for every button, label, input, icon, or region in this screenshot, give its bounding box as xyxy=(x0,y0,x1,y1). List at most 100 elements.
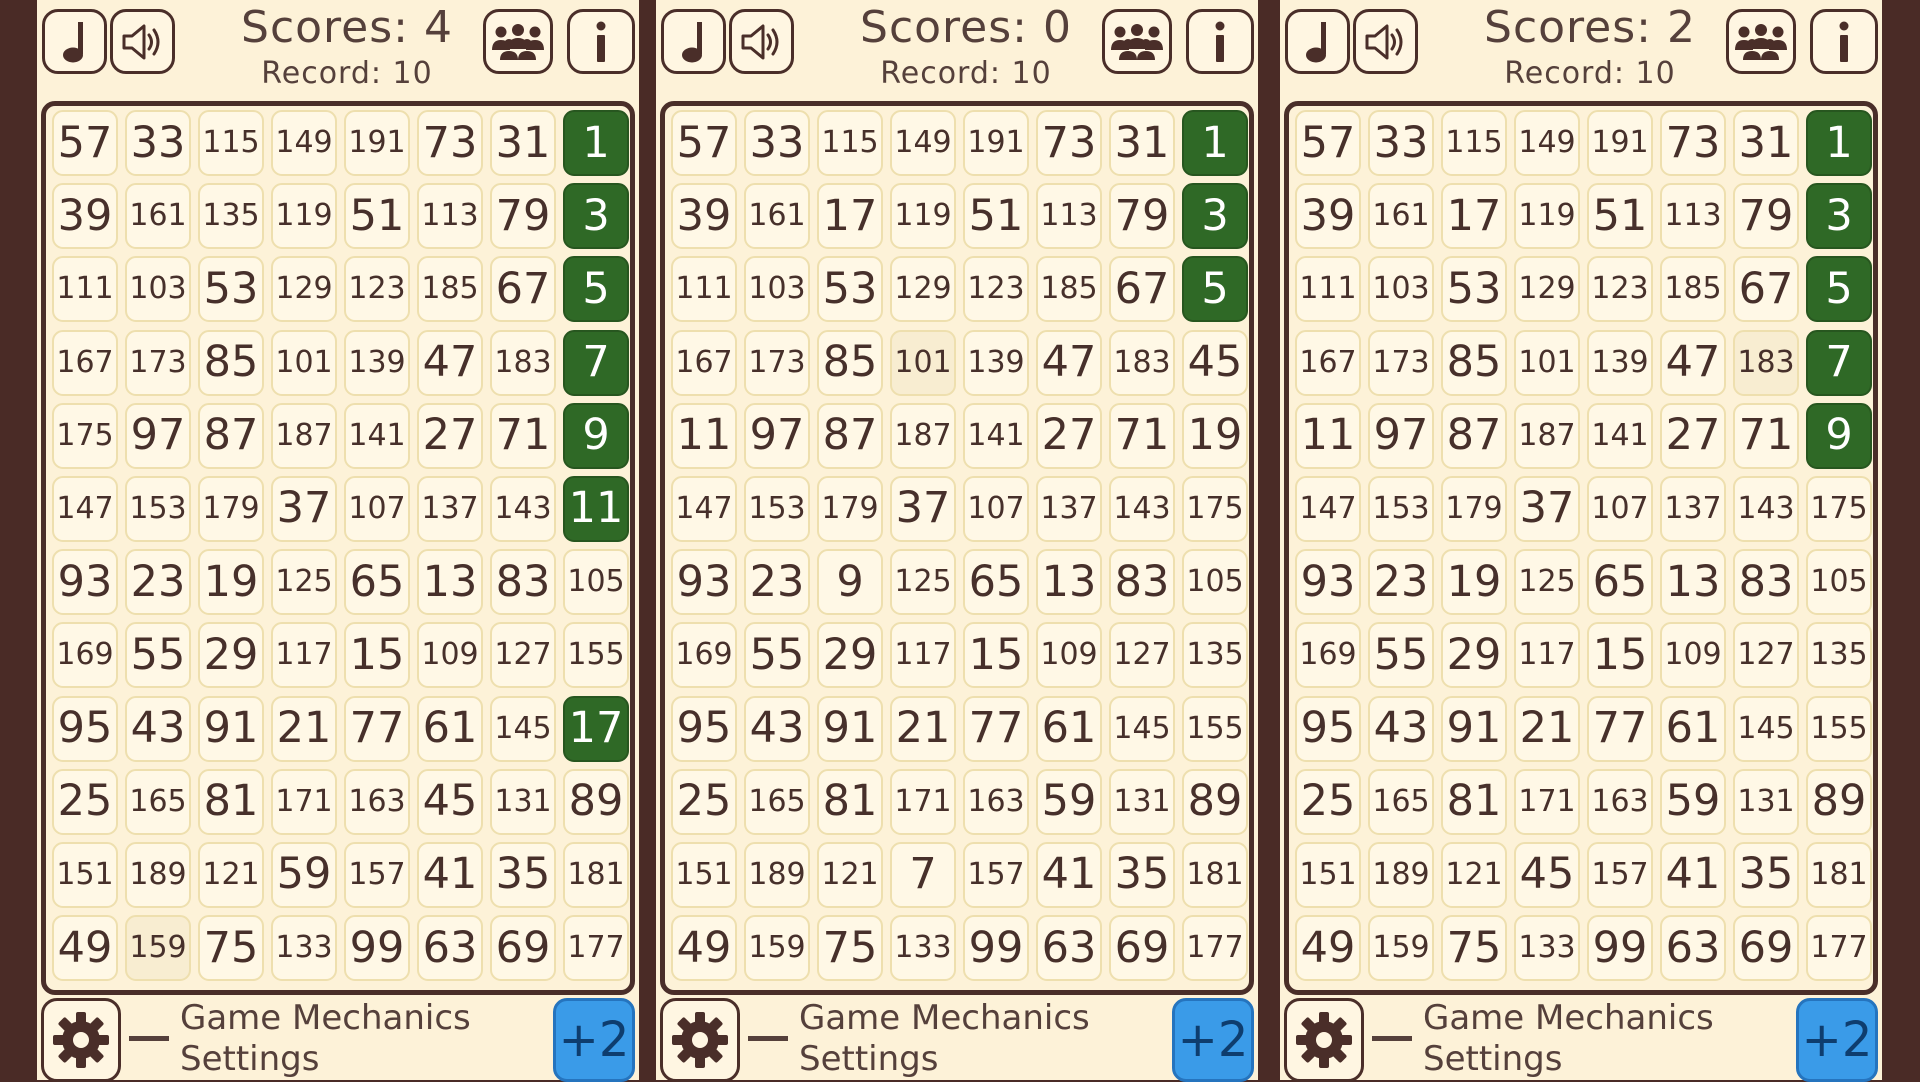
number-tile[interactable]: 73 xyxy=(1036,110,1102,176)
number-tile[interactable]: 33 xyxy=(1368,110,1434,176)
number-tile[interactable]: 151 xyxy=(671,841,737,908)
number-tile[interactable]: 113 xyxy=(1660,183,1726,250)
number-tile[interactable]: 93 xyxy=(1295,549,1361,616)
number-tile[interactable]: 91 xyxy=(1441,695,1507,762)
number-tile[interactable]: 63 xyxy=(417,915,483,982)
number-tile[interactable]: 39 xyxy=(52,183,118,250)
number-tile[interactable]: 11 xyxy=(1295,402,1361,469)
number-tile[interactable]: 131 xyxy=(1109,768,1175,835)
number-tile[interactable]: 173 xyxy=(125,329,191,396)
number-tile[interactable]: 73 xyxy=(417,110,483,176)
number-tile[interactable]: 29 xyxy=(1441,622,1507,689)
number-tile[interactable]: 167 xyxy=(671,329,737,396)
number-tile[interactable]: 63 xyxy=(1036,915,1102,982)
number-tile[interactable]: 47 xyxy=(1660,329,1726,396)
plus-two-button[interactable]: +2 xyxy=(1172,998,1254,1082)
number-tile[interactable]: 105 xyxy=(1182,549,1248,616)
number-tile[interactable]: 73 xyxy=(1660,110,1726,176)
number-tile[interactable]: 11 xyxy=(671,402,737,469)
number-tile[interactable]: 71 xyxy=(1733,402,1799,469)
number-tile[interactable]: 19 xyxy=(1441,549,1507,616)
music-button[interactable] xyxy=(42,9,107,74)
number-tile[interactable]: 81 xyxy=(817,768,883,835)
number-tile[interactable]: 13 xyxy=(417,549,483,616)
number-tile[interactable]: 145 xyxy=(1733,695,1799,762)
number-tile[interactable]: 171 xyxy=(1514,768,1580,835)
number-tile[interactable]: 93 xyxy=(671,549,737,616)
number-tile[interactable]: 143 xyxy=(1733,475,1799,542)
number-tile[interactable]: 97 xyxy=(744,402,810,469)
number-tile[interactable]: 7 xyxy=(563,329,629,396)
number-tile[interactable]: 133 xyxy=(1514,915,1580,982)
number-tile[interactable]: 77 xyxy=(344,695,410,762)
number-tile[interactable]: 105 xyxy=(1806,549,1872,616)
number-tile[interactable]: 5 xyxy=(1806,256,1872,323)
number-tile[interactable]: 175 xyxy=(52,402,118,469)
number-tile[interactable]: 67 xyxy=(490,256,556,323)
number-tile[interactable]: 47 xyxy=(1036,329,1102,396)
number-tile[interactable]: 101 xyxy=(271,329,337,396)
players-button[interactable] xyxy=(483,9,553,74)
number-tile[interactable]: 89 xyxy=(563,768,629,835)
number-tile[interactable]: 99 xyxy=(1587,915,1653,982)
number-tile[interactable]: 95 xyxy=(1295,695,1361,762)
number-tile[interactable]: 35 xyxy=(1733,841,1799,908)
number-tile[interactable]: 17 xyxy=(563,695,629,762)
number-tile[interactable]: 13 xyxy=(1036,549,1102,616)
number-tile[interactable]: 141 xyxy=(344,402,410,469)
number-tile[interactable]: 163 xyxy=(1587,768,1653,835)
number-tile[interactable]: 75 xyxy=(1441,915,1507,982)
number-tile[interactable]: 25 xyxy=(671,768,737,835)
number-tile[interactable]: 65 xyxy=(963,549,1029,616)
number-tile[interactable]: 95 xyxy=(52,695,118,762)
number-tile[interactable]: 137 xyxy=(1660,475,1726,542)
number-tile[interactable]: 109 xyxy=(1660,622,1726,689)
info-button[interactable] xyxy=(1810,9,1878,74)
number-tile[interactable]: 93 xyxy=(52,549,118,616)
number-tile[interactable]: 33 xyxy=(125,110,191,176)
number-tile[interactable]: 21 xyxy=(890,695,956,762)
players-button[interactable] xyxy=(1102,9,1172,74)
number-tile[interactable]: 177 xyxy=(1182,915,1248,982)
number-tile[interactable]: 57 xyxy=(1295,110,1361,176)
number-tile[interactable]: 41 xyxy=(1036,841,1102,908)
number-tile[interactable]: 1 xyxy=(563,110,629,176)
number-tile[interactable]: 181 xyxy=(1182,841,1248,908)
number-tile[interactable]: 123 xyxy=(344,256,410,323)
number-tile[interactable]: 159 xyxy=(1368,915,1434,982)
number-tile[interactable]: 123 xyxy=(1587,256,1653,323)
number-tile[interactable]: 59 xyxy=(1660,768,1726,835)
number-tile[interactable]: 191 xyxy=(1587,110,1653,176)
number-tile[interactable]: 107 xyxy=(344,475,410,542)
number-tile[interactable]: 9 xyxy=(817,549,883,616)
number-tile[interactable]: 21 xyxy=(1514,695,1580,762)
number-tile[interactable]: 65 xyxy=(1587,549,1653,616)
number-tile[interactable]: 131 xyxy=(1733,768,1799,835)
number-tile[interactable]: 9 xyxy=(563,402,629,469)
number-tile[interactable]: 107 xyxy=(1587,475,1653,542)
number-tile[interactable]: 119 xyxy=(271,183,337,250)
music-button[interactable] xyxy=(1285,9,1350,74)
number-tile[interactable]: 81 xyxy=(1441,768,1507,835)
number-tile[interactable]: 15 xyxy=(1587,622,1653,689)
number-tile[interactable]: 31 xyxy=(1109,110,1175,176)
number-tile[interactable]: 131 xyxy=(490,768,556,835)
number-tile[interactable]: 71 xyxy=(1109,402,1175,469)
number-tile[interactable]: 183 xyxy=(490,329,556,396)
number-tile[interactable]: 103 xyxy=(125,256,191,323)
number-tile[interactable]: 111 xyxy=(671,256,737,323)
number-tile[interactable]: 165 xyxy=(744,768,810,835)
number-tile[interactable]: 157 xyxy=(344,841,410,908)
number-tile[interactable]: 65 xyxy=(344,549,410,616)
number-tile[interactable]: 111 xyxy=(52,256,118,323)
number-tile[interactable]: 83 xyxy=(1109,549,1175,616)
number-tile[interactable]: 187 xyxy=(890,402,956,469)
number-tile[interactable]: 23 xyxy=(125,549,191,616)
number-tile[interactable]: 97 xyxy=(125,402,191,469)
number-tile[interactable]: 161 xyxy=(1368,183,1434,250)
number-tile[interactable]: 55 xyxy=(125,622,191,689)
number-tile[interactable]: 163 xyxy=(963,768,1029,835)
players-button[interactable] xyxy=(1726,9,1796,74)
number-tile[interactable]: 169 xyxy=(1295,622,1361,689)
number-tile[interactable]: 133 xyxy=(271,915,337,982)
